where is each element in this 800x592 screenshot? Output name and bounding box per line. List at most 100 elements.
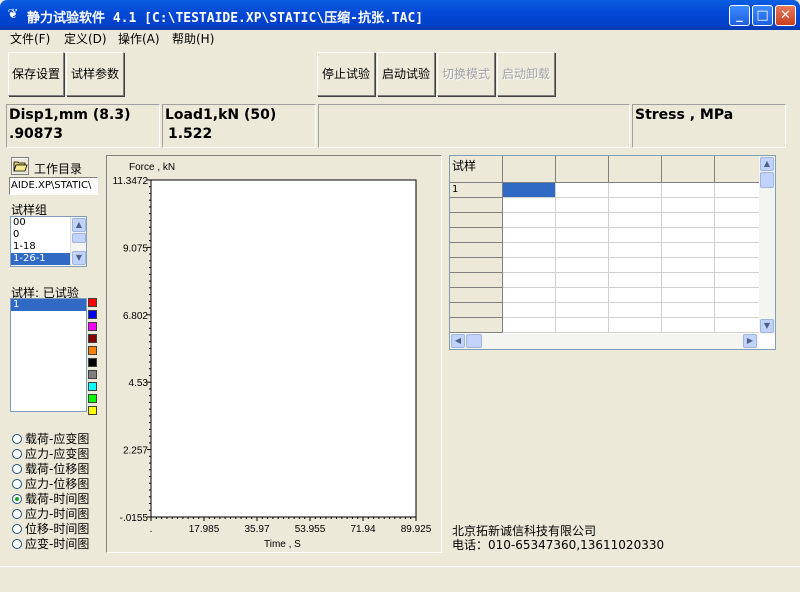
results-grid[interactable]: 试样 1 ▲ ▼ ◀ ▶ xyxy=(449,155,776,350)
grid-cell[interactable] xyxy=(556,243,609,258)
radio-strain-time[interactable]: 应变-时间图 xyxy=(12,537,106,552)
grid-cell[interactable] xyxy=(556,318,609,333)
radio-load-strain[interactable]: 载荷-应变图 xyxy=(12,432,106,447)
grid-cell[interactable] xyxy=(662,213,715,228)
scroll-up-icon[interactable]: ▲ xyxy=(72,218,86,232)
grid-row-header[interactable] xyxy=(450,213,503,228)
grid-cell[interactable] xyxy=(662,183,715,198)
grid-cell[interactable] xyxy=(556,303,609,318)
scroll-left-icon[interactable]: ◀ xyxy=(451,334,465,348)
grid-cell[interactable] xyxy=(556,213,609,228)
menu-operate[interactable]: 操作(A) xyxy=(118,31,160,47)
stop-test-button[interactable]: 停止试验 xyxy=(317,52,375,96)
grid-cell[interactable] xyxy=(503,213,556,228)
series-color-swatch[interactable] xyxy=(88,346,97,355)
radio-stress-strain[interactable]: 应力-应变图 xyxy=(12,447,106,462)
title-bar[interactable]: ❦ 静力试验软件 4.1 [C:\TESTAIDE.XP\STATIC\压缩-抗… xyxy=(0,0,800,30)
grid-row-header[interactable] xyxy=(450,228,503,243)
grid-row-header[interactable] xyxy=(450,198,503,213)
grid-column-header[interactable] xyxy=(662,156,715,183)
scroll-right-icon[interactable]: ▶ xyxy=(743,334,757,348)
grid-cell[interactable] xyxy=(503,258,556,273)
series-color-swatch[interactable] xyxy=(88,358,97,367)
sample-item[interactable]: 1 xyxy=(11,299,86,311)
start-test-button[interactable]: 启动试验 xyxy=(377,52,435,96)
series-color-swatch[interactable] xyxy=(88,310,97,319)
workdir-path-field[interactable]: AIDE.XP\STATIC\ xyxy=(9,177,98,195)
scroll-thumb[interactable] xyxy=(760,172,774,188)
grid-cell[interactable] xyxy=(609,258,662,273)
radio-stress-time[interactable]: 应力-时间图 xyxy=(12,507,106,522)
grid-cell[interactable] xyxy=(503,288,556,303)
series-color-swatch[interactable] xyxy=(88,394,97,403)
grid-column-header[interactable] xyxy=(609,156,662,183)
scroll-down-icon[interactable]: ▼ xyxy=(72,251,86,265)
grid-cell[interactable] xyxy=(503,198,556,213)
series-color-swatch[interactable] xyxy=(88,382,97,391)
scroll-thumb[interactable] xyxy=(466,334,482,348)
grid-cell[interactable] xyxy=(609,243,662,258)
switch-mode-button[interactable]: 切换模式 xyxy=(437,52,495,96)
minimize-button[interactable]: _ xyxy=(729,5,750,26)
grid-cell[interactable] xyxy=(609,213,662,228)
grid-cell[interactable] xyxy=(503,273,556,288)
grid-cell[interactable] xyxy=(556,198,609,213)
grid-cell[interactable] xyxy=(609,273,662,288)
grid-column-header[interactable] xyxy=(503,156,556,183)
grid-row-header[interactable] xyxy=(450,273,503,288)
close-button[interactable]: ✕ xyxy=(775,5,796,26)
grid-row-header[interactable] xyxy=(450,318,503,333)
save-settings-button[interactable]: 保存设置 xyxy=(8,52,64,96)
grid-vscrollbar[interactable]: ▲ ▼ xyxy=(759,156,775,334)
scroll-down-icon[interactable]: ▼ xyxy=(760,319,774,333)
scroll-up-icon[interactable]: ▲ xyxy=(760,157,774,171)
maximize-button[interactable]: □ xyxy=(752,5,773,26)
grid-cell[interactable] xyxy=(609,198,662,213)
grid-cell[interactable] xyxy=(503,318,556,333)
grid-row-header[interactable] xyxy=(450,258,503,273)
grid-row-header[interactable] xyxy=(450,243,503,258)
grid-cell[interactable] xyxy=(556,183,609,198)
grid-cell[interactable] xyxy=(609,318,662,333)
sample-params-button[interactable]: 试样参数 xyxy=(66,52,124,96)
grid-hscrollbar[interactable]: ◀ ▶ xyxy=(450,334,759,349)
radio-disp-time[interactable]: 位移-时间图 xyxy=(12,522,106,537)
series-color-swatch[interactable] xyxy=(88,334,97,343)
grid-cell[interactable] xyxy=(556,258,609,273)
menu-file[interactable]: 文件(F) xyxy=(10,31,50,47)
grid-cell[interactable] xyxy=(556,228,609,243)
group-scrollbar[interactable]: ▲ ▼ xyxy=(70,217,86,266)
grid-column-header[interactable] xyxy=(556,156,609,183)
grid-cell[interactable] xyxy=(662,228,715,243)
grid-cell[interactable] xyxy=(503,183,556,198)
menu-help[interactable]: 帮助(H) xyxy=(172,31,214,47)
grid-cell[interactable] xyxy=(662,258,715,273)
grid-cell[interactable] xyxy=(503,243,556,258)
radio-load-time[interactable]: 载荷-时间图 xyxy=(12,492,106,507)
radio-load-disp[interactable]: 载荷-位移图 xyxy=(12,462,106,477)
grid-cell[interactable] xyxy=(609,228,662,243)
grid-cell[interactable] xyxy=(662,198,715,213)
grid-cell[interactable] xyxy=(662,318,715,333)
workdir-button[interactable] xyxy=(11,157,29,175)
grid-cell[interactable] xyxy=(503,303,556,318)
scroll-thumb[interactable] xyxy=(72,233,86,243)
grid-cell[interactable] xyxy=(662,273,715,288)
series-color-swatch[interactable] xyxy=(88,322,97,331)
grid-cell[interactable] xyxy=(609,303,662,318)
series-color-swatch[interactable] xyxy=(88,406,97,415)
grid-cell[interactable] xyxy=(609,288,662,303)
grid-row-header[interactable]: 1 xyxy=(450,183,503,198)
grid-cell[interactable] xyxy=(662,303,715,318)
sample-group-list[interactable]: 00 0 1-18 1-26-1 ▲ ▼ xyxy=(10,216,87,267)
app-icon[interactable]: ❦ xyxy=(5,7,21,23)
grid-row-header[interactable] xyxy=(450,303,503,318)
series-color-swatch[interactable] xyxy=(88,370,97,379)
grid-cell[interactable] xyxy=(503,228,556,243)
grid-cell[interactable] xyxy=(662,288,715,303)
grid-cell[interactable] xyxy=(609,183,662,198)
grid-row-header[interactable] xyxy=(450,288,503,303)
sample-list[interactable]: 1 xyxy=(10,298,87,412)
grid-cell[interactable] xyxy=(662,243,715,258)
start-unload-button[interactable]: 启动卸载 xyxy=(497,52,555,96)
